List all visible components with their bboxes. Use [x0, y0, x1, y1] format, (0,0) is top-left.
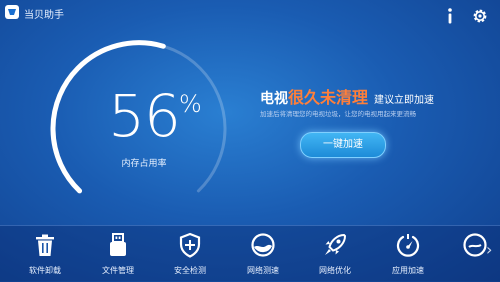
app-title: 当贝助手 — [24, 10, 64, 21]
partial-tool-icon — [463, 233, 487, 257]
status-headline: 电视很久未清理 建议立即加速 — [260, 84, 434, 108]
tool-label: 网络优化 — [319, 266, 351, 275]
tool-label: 网络测速 — [247, 266, 279, 275]
one-click-speedup-button[interactable]: 一键加速 — [300, 132, 386, 158]
headline-suffix: 建议立即加速 — [374, 95, 435, 106]
tool-app-speedup[interactable]: 应用加速 — [378, 232, 438, 276]
tool-bar: 软件卸载 文件管理 安全检测 网络测速 网络优化 应用加速 — [0, 225, 500, 282]
tool-label: 安全检测 — [174, 266, 206, 275]
headline-prefix: 电视 — [260, 91, 288, 107]
top-bar: 当贝助手 — [0, 0, 500, 28]
percent-sign: % — [179, 90, 202, 118]
scroll-right-arrow-icon[interactable]: › — [486, 240, 492, 259]
tool-uninstall[interactable]: 软件卸载 — [15, 232, 75, 276]
tool-label: 软件卸载 — [29, 266, 61, 275]
memory-usage-label: 内存占用率 — [121, 159, 167, 169]
app-logo-icon — [5, 5, 19, 19]
gear-icon[interactable] — [470, 6, 490, 26]
headline-warning: 很久未清理 — [288, 88, 369, 107]
tool-file-manager[interactable]: 文件管理 — [88, 232, 148, 276]
shield-plus-icon — [179, 232, 201, 258]
status-description: 加速后将清理您的电视垃圾，让您的电视用起来更流畅 — [260, 110, 416, 118]
tool-label: 文件管理 — [102, 266, 134, 275]
usb-icon — [110, 233, 126, 256]
tool-network-optimize[interactable]: 网络优化 — [305, 232, 365, 276]
tool-label: 应用加速 — [392, 266, 424, 275]
gauge-icon — [396, 234, 420, 257]
rocket-icon — [325, 233, 347, 255]
memory-percent-value: 56 — [108, 82, 181, 150]
trash-icon — [36, 234, 54, 256]
speed-globe-icon — [251, 233, 275, 257]
info-icon[interactable] — [440, 6, 460, 26]
tool-security-check[interactable]: 安全检测 — [160, 232, 220, 276]
tool-network-speed-test[interactable]: 网络测速 — [233, 232, 293, 276]
